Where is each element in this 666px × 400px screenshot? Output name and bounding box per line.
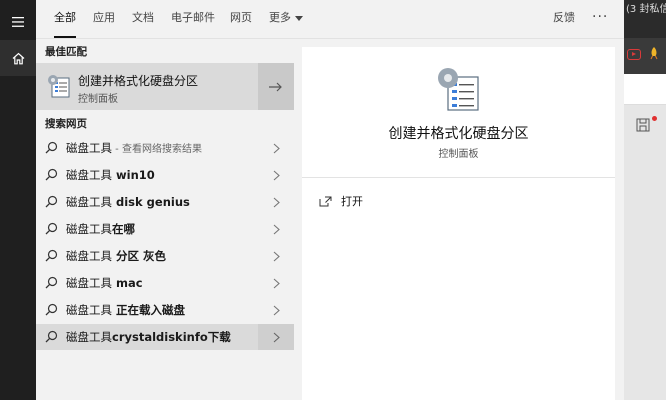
best-match-subtitle: 控制面板 [78, 94, 118, 105]
best-match-open[interactable]: 创建并格式化硬盘分区 控制面板 [36, 63, 258, 110]
preview-title: 创建并格式化硬盘分区 [388, 126, 529, 142]
web-search-item[interactable]: 磁盘工具 分区 灰色 [36, 243, 294, 269]
search-icon [45, 195, 58, 208]
divider [302, 177, 615, 178]
home-icon[interactable] [0, 40, 36, 76]
web-search-item[interactable]: 磁盘工具 mac [36, 270, 294, 296]
search-query: 磁盘工具 [66, 330, 112, 344]
open-label: 打开 [341, 195, 363, 208]
tab-label: 应用 [93, 11, 115, 24]
search-icon [45, 249, 58, 262]
tab-label: 电子邮件 [171, 11, 215, 24]
search-suffix: disk genius [112, 195, 190, 209]
tab-apps[interactable]: 应用 [93, 0, 115, 38]
search-panel: 全部 应用 文档 电子邮件 网页 更多 反馈 ··· 最佳匹配 创建并格式化硬盘… [36, 0, 624, 400]
web-search-item[interactable]: 磁盘工具在哪 [36, 216, 294, 242]
disk-management-icon [438, 68, 479, 111]
search-icon [45, 222, 58, 235]
save-icon[interactable] [636, 118, 650, 132]
preview-pane: 创建并格式化硬盘分区 控制面板 打开 [302, 47, 615, 400]
background-address-area [624, 74, 666, 105]
background-content [624, 105, 666, 400]
preview-subtitle: 控制面板 [438, 149, 479, 160]
search-query: 磁盘工具 [66, 303, 112, 317]
best-match-title: 创建并格式化硬盘分区 [78, 74, 199, 88]
tab-label: 文档 [132, 11, 154, 24]
search-icon [45, 330, 58, 343]
search-query: 磁盘工具 [66, 168, 112, 182]
chevron-right-icon[interactable] [258, 324, 294, 350]
search-query: 磁盘工具 [66, 222, 112, 236]
search-query: 磁盘工具 [66, 249, 112, 263]
open-icon [319, 196, 332, 207]
web-search-item[interactable]: 磁盘工具crystaldiskinfo下载 [36, 324, 294, 350]
tab-label: 网页 [230, 11, 252, 24]
tab-web[interactable]: 网页 [230, 0, 252, 38]
web-search-item[interactable]: 磁盘工具 - 查看网络搜索结果 [36, 135, 294, 161]
best-match-heading: 最佳匹配 [45, 46, 87, 58]
tab-more[interactable]: 更多 [269, 0, 303, 38]
search-query: 磁盘工具 [66, 141, 112, 155]
arrow-right-icon[interactable] [258, 63, 294, 110]
search-suffix: 在哪 [112, 222, 135, 236]
search-icon [45, 141, 58, 154]
search-suffix: mac [112, 276, 143, 290]
tab-label: 更多 [269, 11, 291, 24]
feedback-button[interactable]: 反馈 [553, 0, 575, 38]
chevron-right-icon[interactable] [258, 189, 294, 215]
background-titlebar: (3 封私信 [624, 0, 666, 38]
search-suffix: win10 [112, 168, 155, 182]
best-match-item[interactable]: 创建并格式化硬盘分区 控制面板 [36, 63, 294, 110]
chevron-right-icon[interactable] [258, 297, 294, 323]
search-tabs: 全部 应用 文档 电子邮件 网页 更多 反馈 ··· [36, 0, 624, 39]
more-options-button[interactable]: ··· [592, 0, 608, 38]
tab-documents[interactable]: 文档 [132, 0, 154, 38]
search-suffix: crystaldiskinfo下载 [112, 330, 231, 344]
notification-dot [652, 116, 657, 121]
hamburger-icon[interactable] [0, 4, 36, 40]
web-search-item[interactable]: 磁盘工具 正在载入磁盘 [36, 297, 294, 323]
search-suffix: 分区 灰色 [112, 249, 167, 263]
search-query: 磁盘工具 [66, 276, 112, 290]
web-search-heading: 搜索网页 [45, 118, 87, 130]
search-icon [45, 168, 58, 181]
background-notification: (3 封私信 [626, 4, 666, 15]
search-suffix: 正在载入磁盘 [112, 303, 186, 317]
results-list: 最佳匹配 创建并格式化硬盘分区 控制面板 搜索网页 磁盘工具 - 查看网络搜索结… [36, 39, 294, 400]
search-query: 磁盘工具 [66, 195, 112, 209]
chevron-right-icon[interactable] [258, 243, 294, 269]
rocket-icon[interactable] [648, 46, 660, 60]
disk-management-icon [48, 75, 70, 98]
background-app: (3 封私信 [624, 0, 666, 400]
tab-label: 全部 [54, 11, 76, 24]
chevron-down-icon [295, 15, 303, 21]
web-search-item[interactable]: 磁盘工具 win10 [36, 162, 294, 188]
chevron-right-icon[interactable] [258, 135, 294, 161]
search-icon [45, 276, 58, 289]
tab-all[interactable]: 全部 [54, 0, 76, 38]
chevron-right-icon[interactable] [258, 216, 294, 242]
start-rail [0, 0, 36, 400]
video-play-icon[interactable] [627, 49, 641, 60]
chevron-right-icon[interactable] [258, 270, 294, 296]
chevron-right-icon[interactable] [258, 162, 294, 188]
search-hint: - 查看网络搜索结果 [112, 144, 202, 155]
web-search-item[interactable]: 磁盘工具 disk genius [36, 189, 294, 215]
search-icon [45, 303, 58, 316]
tab-email[interactable]: 电子邮件 [171, 0, 215, 38]
